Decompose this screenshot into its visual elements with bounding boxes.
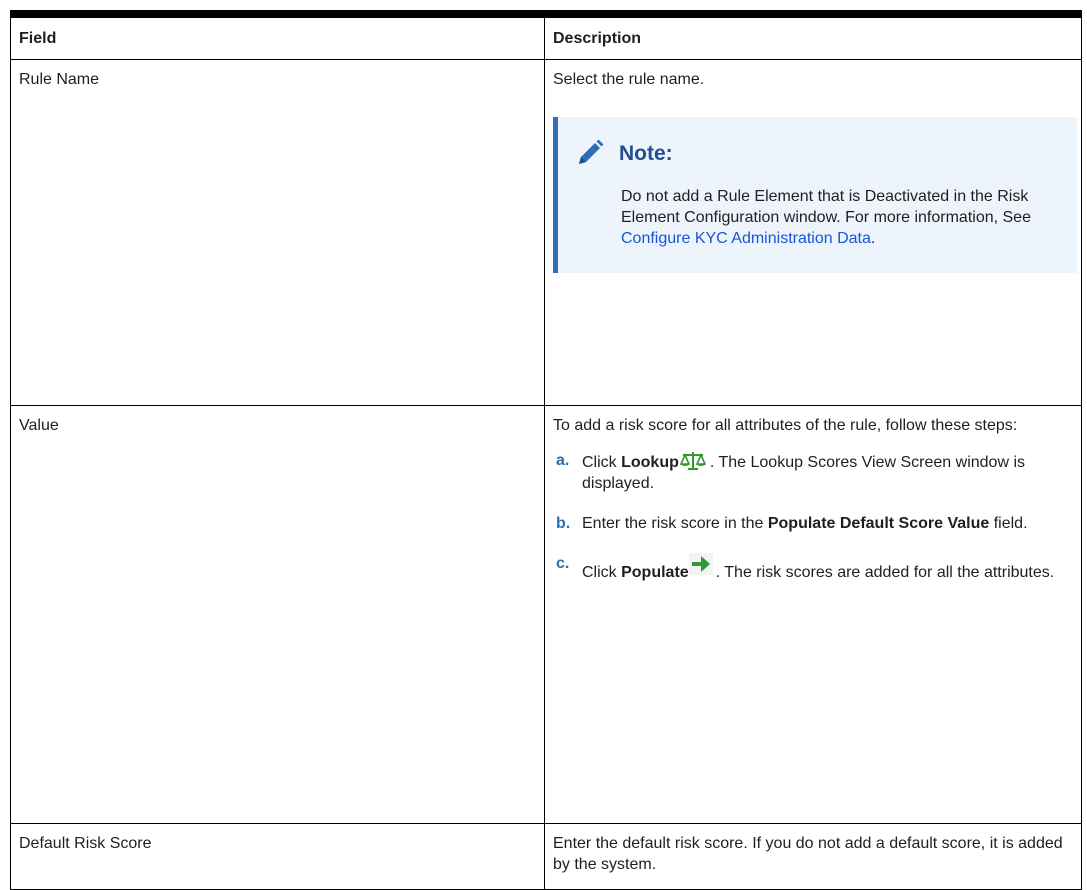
lookup-label: Lookup bbox=[621, 454, 679, 471]
configure-kyc-link[interactable]: Configure KYC Administration Data bbox=[621, 230, 871, 247]
note-body: Do not add a Rule Element that is Deacti… bbox=[621, 186, 1037, 249]
step-text-pre: Click bbox=[582, 454, 622, 471]
populate-label: Populate bbox=[621, 564, 689, 581]
note-text-end: . bbox=[870, 230, 876, 247]
note-callout: Note: Do not add a Rule Element that is … bbox=[553, 117, 1077, 273]
table-row: Value To add a risk score for all attrib… bbox=[10, 405, 1082, 824]
step-text-pre: Click bbox=[582, 564, 622, 581]
field-cell-value: Value bbox=[10, 405, 545, 824]
value-intro: To add a risk score for all attributes o… bbox=[553, 417, 1018, 434]
table-header-row: Field Description bbox=[10, 10, 1082, 60]
note-text: Do not add a Rule Element that is Deacti… bbox=[621, 188, 1031, 226]
scales-icon[interactable] bbox=[679, 450, 707, 472]
step-letter: b. bbox=[556, 515, 571, 532]
step-text: Enter the risk score in the Populate Def… bbox=[582, 513, 1073, 534]
header-field: Field bbox=[10, 10, 545, 60]
field-cell-rule-name: Rule Name bbox=[10, 59, 545, 406]
table-row: Rule Name Select the rule name. Note: Do… bbox=[10, 59, 1082, 406]
step-text-pre: Enter the risk score in the bbox=[582, 515, 768, 532]
step-item: c. Click Populate . The risk scores are … bbox=[553, 553, 1073, 583]
description-cell-default-risk-score: Enter the default risk score. If you do … bbox=[544, 823, 1082, 890]
description-cell-value: To add a risk score for all attributes o… bbox=[544, 405, 1082, 824]
green-arrow-icon[interactable] bbox=[688, 553, 713, 575]
step-letter: c. bbox=[556, 555, 570, 572]
step-text-post: . The risk scores are added for all the … bbox=[715, 564, 1055, 581]
note-header: Note: bbox=[573, 138, 1057, 168]
step-text-post: field. bbox=[989, 515, 1028, 532]
field-description-table: Field Description Rule Name Select the r… bbox=[10, 10, 1082, 890]
note-title: Note: bbox=[619, 141, 673, 165]
pencil-icon bbox=[579, 139, 604, 164]
steps-list: a. Click Lookup . The Lookup Scores View… bbox=[553, 450, 1073, 583]
field-cell-default-risk-score: Default Risk Score bbox=[10, 823, 545, 890]
step-text: Click Populate . The risk scores are add… bbox=[582, 553, 1073, 583]
step-item: a. Click Lookup . The Lookup Scores View… bbox=[553, 450, 1073, 494]
step-text: Click Lookup . The Lookup Scores View Sc… bbox=[582, 450, 1073, 494]
description-cell-rule-name: Select the rule name. Note: Do not add a… bbox=[544, 59, 1082, 406]
table-row: Default Risk Score Enter the default ris… bbox=[10, 823, 1082, 890]
step-item: b. Enter the risk score in the Populate … bbox=[553, 513, 1073, 534]
header-description: Description bbox=[544, 10, 1082, 60]
populate-default-score-label: Populate Default Score Value bbox=[767, 515, 990, 532]
step-letter: a. bbox=[556, 452, 570, 469]
rule-name-description: Select the rule name. bbox=[553, 71, 705, 88]
